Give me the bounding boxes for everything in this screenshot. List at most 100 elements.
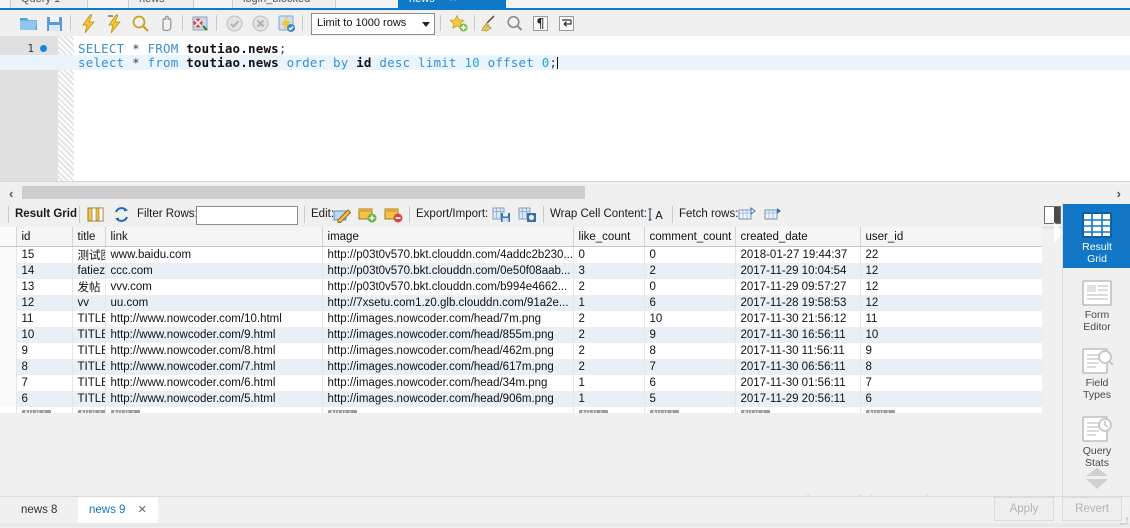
resize-grip-icon[interactable]: [1119, 516, 1128, 525]
cell-image[interactable]: http://images.nowcoder.com/head/906m.png: [322, 391, 574, 407]
cell-image[interactable]: http://p03t0v570.bkt.clouddn.com/4addc2b…: [322, 246, 574, 263]
cell-created-date[interactable]: 2017-11-30 06:56:11: [735, 359, 861, 375]
find-icon[interactable]: [504, 13, 525, 34]
cell-created-date[interactable]: 2017-11-30 11:56:11: [735, 343, 861, 359]
row-selector[interactable]: [0, 246, 17, 263]
cell-like-count[interactable]: 1: [573, 295, 645, 311]
cell-image[interactable]: http://images.nowcoder.com/head/7m.png: [322, 311, 574, 327]
save-sql-script-icon[interactable]: [44, 13, 65, 34]
table-row[interactable]: 9TITLE{8}http://www.nowcoder.com/8.htmlh…: [0, 343, 1042, 359]
cell-comment-count[interactable]: 6: [644, 375, 736, 391]
cell-comment-count[interactable]: 7: [644, 359, 736, 375]
table-row[interactable]: 8TITLE{7}http://www.nowcoder.com/7.htmlh…: [0, 359, 1042, 375]
toggle-word-wrap-icon[interactable]: [556, 13, 577, 34]
scrollbar-thumb[interactable]: [22, 186, 585, 199]
import-recordset-icon[interactable]: [518, 205, 537, 224]
cell-user-id[interactable]: 12: [860, 263, 1042, 279]
cell-user-id[interactable]: 9: [860, 343, 1042, 359]
row-selector[interactable]: [0, 295, 17, 311]
toggle-autocommit-icon[interactable]: [276, 13, 297, 34]
close-icon[interactable]: ×: [450, 0, 456, 5]
filter-rows-input[interactable]: [196, 206, 298, 225]
column-header-image[interactable]: image: [322, 227, 574, 247]
commit-icon[interactable]: [224, 13, 245, 34]
cell-comment-count[interactable]: 0: [644, 246, 736, 263]
table-row[interactable]: 13 发帖 vvv.com http://p03t0v570.bkt.clouddn.…: [0, 279, 1042, 295]
cell-title[interactable]: TITLE{8}: [72, 343, 106, 359]
cell-id[interactable]: 6: [16, 391, 73, 407]
cell-comment-count[interactable]: 10: [644, 311, 736, 327]
cell-link[interactable]: http://www.nowcoder.com/9.html: [105, 327, 323, 343]
cell-link[interactable]: ccc.com: [105, 263, 323, 279]
cell-created-date[interactable]: 2017-11-29 10:04:54: [735, 263, 861, 279]
cell-like-count[interactable]: 3: [573, 263, 645, 279]
cell-id[interactable]: 7: [16, 375, 73, 391]
cell-link-null[interactable]: NULL: [105, 407, 323, 413]
new-row-placeholder[interactable]: NULL NULL NULL NULL NULL NULL NULL NULL: [0, 407, 1042, 413]
scroll-left-icon[interactable]: ‹: [9, 186, 13, 201]
rollback-icon[interactable]: [250, 13, 271, 34]
cell-id-null[interactable]: NULL: [16, 407, 73, 413]
cell-id[interactable]: 8: [16, 359, 73, 375]
cell-link[interactable]: http://www.nowcoder.com/10.html: [105, 311, 323, 327]
cell-like-count[interactable]: 1: [573, 375, 645, 391]
cell-link[interactable]: http://www.nowcoder.com/6.html: [105, 375, 323, 391]
cell-created-date[interactable]: 2017-11-29 20:56:11: [735, 391, 861, 407]
cell-like-count[interactable]: 2: [573, 311, 645, 327]
cell-title[interactable]: vv: [72, 295, 106, 311]
column-header-user-id[interactable]: user_id: [860, 227, 1042, 247]
row-selector[interactable]: [0, 391, 17, 407]
cell-image[interactable]: http://images.nowcoder.com/head/855m.png: [322, 327, 574, 343]
cell-user-id[interactable]: 10: [860, 327, 1042, 343]
column-header-id[interactable]: id: [16, 227, 73, 247]
chevron-down-icon[interactable]: [422, 22, 430, 27]
cell-image[interactable]: http://7xsetu.com1.z0.glb.clouddn.com/91…: [322, 295, 574, 311]
grid-view-icon[interactable]: [86, 205, 105, 224]
clear-query-icon[interactable]: [478, 13, 499, 34]
sql-editor[interactable]: 1 2 SELECT * FROM toutiao.news; select *…: [0, 36, 1130, 181]
cell-like-count[interactable]: 1: [573, 391, 645, 407]
cell-image[interactable]: http://images.nowcoder.com/head/34m.png: [322, 375, 574, 391]
row-selector[interactable]: [0, 263, 17, 279]
row-selector[interactable]: [0, 311, 17, 327]
cell-created-date[interactable]: 2017-11-28 19:58:53: [735, 295, 861, 311]
cell-link[interactable]: vvv.com: [105, 279, 323, 295]
table-row[interactable]: 6TITLE{5}http://www.nowcoder.com/5.htmlh…: [0, 391, 1042, 407]
revert-button[interactable]: Revert: [1062, 497, 1122, 521]
row-selector[interactable]: [0, 407, 17, 413]
cell-title[interactable]: TITLE{10}: [72, 311, 106, 327]
close-icon[interactable]: ✕: [138, 504, 147, 516]
column-header-like-count[interactable]: like_count: [573, 227, 645, 247]
cell-link[interactable]: uu.com: [105, 295, 323, 311]
wrap-cell-content-icon[interactable]: A: [647, 205, 666, 224]
scroll-right-icon[interactable]: ›: [1117, 186, 1121, 201]
cell-title[interactable]: TITLE{6}: [72, 375, 106, 391]
sql-code-area[interactable]: SELECT * FROM toutiao.news; select * fro…: [0, 36, 1130, 181]
edit-row-icon[interactable]: [332, 205, 352, 224]
cell-id[interactable]: 13: [16, 279, 73, 295]
open-sql-script-icon[interactable]: [18, 13, 39, 34]
beautify-query-icon[interactable]: [448, 13, 469, 34]
cell-like-count[interactable]: 2: [573, 327, 645, 343]
cell-image[interactable]: http://p03t0v570.bkt.clouddn.com/b994e46…: [322, 279, 574, 295]
cell-comment-count[interactable]: 0: [644, 279, 736, 295]
cell-created-date-null[interactable]: NULL: [735, 407, 861, 413]
cell-like-count[interactable]: 2: [573, 279, 645, 295]
cell-like-count-null[interactable]: NULL: [573, 407, 645, 413]
cell-created-date[interactable]: 2017-11-30 21:56:12: [735, 311, 861, 327]
cell-title[interactable]: fatiezi: [72, 263, 106, 279]
cell-title-null[interactable]: NULL: [72, 407, 106, 413]
result-grid[interactable]: id title link image like_count comment_c…: [0, 227, 1042, 413]
sidebar-item-form-editor[interactable]: Form Editor: [1063, 272, 1130, 336]
result-tab-news-9[interactable]: news 9 ✕: [78, 497, 158, 523]
cell-created-date[interactable]: 2017-11-30 01:56:11: [735, 375, 861, 391]
column-header-title[interactable]: title: [72, 227, 106, 247]
cell-id[interactable]: 12: [16, 295, 73, 311]
cell-comment-count-null[interactable]: NULL: [644, 407, 736, 413]
cell-link[interactable]: www.baidu.com: [105, 246, 323, 263]
cell-comment-count[interactable]: 5: [644, 391, 736, 407]
apply-button[interactable]: Apply: [994, 497, 1054, 521]
cell-image-null[interactable]: NULL: [322, 407, 574, 413]
table-row[interactable]: 14 fatiezi ccc.com http://p03t0v570.bkt.clo…: [0, 263, 1042, 279]
row-selector[interactable]: [0, 327, 17, 343]
